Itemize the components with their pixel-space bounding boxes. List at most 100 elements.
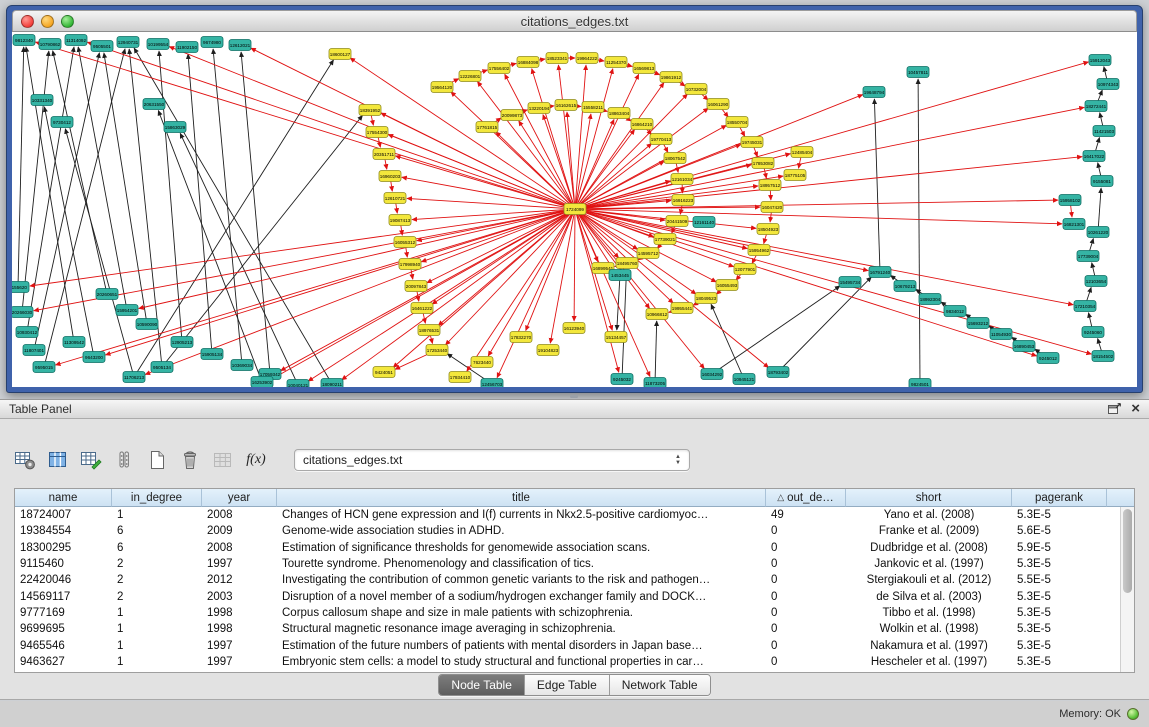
graph-node[interactable]: 10966812 [646,309,668,320]
network-view-window[interactable]: citations_edges.txt 17240991839195217554… [6,5,1143,393]
graph-node[interactable]: 15863029 [164,122,186,133]
graph-node[interactable]: 16417022 [1083,151,1105,162]
graph-node[interactable]: 16253902 [251,377,273,388]
graph-node[interactable]: 20266030 [12,307,33,318]
graph-node[interactable]: 20631550 [143,99,165,110]
graph-node[interactable]: 9245012 [1037,353,1059,364]
graph-node[interactable]: 16569813 [633,63,655,74]
graph-node[interactable]: 9155081 [1091,176,1113,187]
graph-node[interactable]: 17739004 [1077,251,1099,262]
row-selector-icon[interactable] [111,447,137,473]
graph-node[interactable]: 20097843 [405,281,427,292]
column-header-title[interactable]: title [277,489,766,507]
graph-node[interactable]: 15954201 [116,305,138,316]
column-header-pagerank[interactable]: pagerank [1012,489,1107,507]
graph-node[interactable]: 10590090 [136,319,158,330]
table-row[interactable]: 977716911998Corpus callosum shape and si… [15,605,1134,621]
graph-node[interactable]: 7623440 [471,357,493,368]
graph-node[interactable]: 17761815 [476,122,498,133]
graph-node[interactable]: 18495760 [616,258,638,269]
divider-handle[interactable] [570,395,578,398]
graph-node[interactable]: 16047420 [761,202,783,213]
graph-node[interactable]: 18775105 [784,170,806,181]
graph-node[interactable]: 10930412 [16,327,38,338]
graph-node[interactable]: 17556402 [488,63,510,74]
graph-node[interactable]: 9245032 [611,374,633,385]
graph-node[interactable]: 12226801 [459,71,481,82]
graph-node[interactable]: 16055493 [716,280,738,291]
column-header-short[interactable]: short [846,489,1012,507]
graph-node[interactable]: 9424051 [373,367,395,378]
graph-node[interactable]: 16162615 [555,100,577,111]
graph-node[interactable]: 10457811 [907,67,929,78]
graph-node[interactable]: 18523341 [546,53,568,64]
graph-node[interactable]: 11254370 [605,57,627,68]
graph-node[interactable]: 10974343 [1097,79,1119,90]
graph-node[interactable]: 15912043 [1089,55,1111,66]
graph-node[interactable]: 16884098 [517,57,539,68]
graph-node[interactable]: 19964222 [576,53,598,64]
import-table-icon[interactable] [210,447,236,473]
minimize-window-button[interactable] [41,15,54,28]
graph-node[interactable]: 18272441 [1085,101,1107,112]
tab-network-table[interactable]: Network Table [609,675,710,695]
graph-node[interactable]: 13220194 [528,103,550,114]
graph-node[interactable]: 18504923 [757,224,779,235]
graph-node[interactable]: 12161140 [693,217,715,228]
table-row[interactable]: 1456911722003Disruption of a novel membe… [15,588,1134,604]
column-header-year[interactable]: year [202,489,277,507]
graph-node[interactable]: 19648794 [863,87,885,98]
float-panel-icon[interactable] [1108,403,1121,415]
tab-node-table[interactable]: Node Table [439,675,524,695]
graph-node[interactable]: 17832270 [510,332,532,343]
graph-node[interactable]: 18793402 [767,367,789,378]
show-columns-icon[interactable] [45,447,71,473]
graph-node[interactable]: 12161034 [671,174,693,185]
graph-node[interactable]: 17853082 [752,158,774,169]
graph-node[interactable]: 18049523 [695,293,717,304]
graph-node[interactable]: 9812340 [13,35,35,46]
graph-node[interactable]: 14595712 [637,248,659,259]
graph-node[interactable]: 1724099 [564,204,586,215]
graph-node[interactable]: 15558211 [582,102,604,113]
table-row[interactable]: 946554611997Estimation of the future num… [15,637,1134,653]
network-canvas[interactable]: 1724099183919521755430020351711169602031… [12,32,1137,387]
graph-node[interactable]: 16791240 [869,267,891,278]
graph-node[interactable]: 15905134 [201,349,223,360]
graph-node[interactable]: 11309542 [63,337,85,348]
close-window-button[interactable] [21,15,34,28]
graph-node[interactable]: 17253440 [426,345,448,356]
window-titlebar[interactable]: citations_edges.txt [12,10,1137,32]
graph-node[interactable]: 12103654 [1085,276,1107,287]
table-row[interactable]: 969969511998Structural magnetic resonanc… [15,621,1134,637]
graph-node[interactable]: 19104823 [537,345,559,356]
graph-node[interactable]: 16061290 [707,99,729,110]
graph-node[interactable]: 20441509 [666,216,688,227]
graph-node[interactable]: 18863404 [608,108,630,119]
graph-node[interactable]: 19770413 [650,134,672,145]
graph-node[interactable]: 16864210 [631,119,653,130]
graph-node[interactable]: 12905213 [171,337,193,348]
graph-node[interactable]: 9505134 [151,362,173,373]
zoom-window-button[interactable] [61,15,74,28]
graph-node[interactable]: 19087413 [389,215,411,226]
graph-node[interactable]: 16890453 [1013,341,1035,352]
graph-node[interactable]: 10790862 [39,39,61,50]
table-row[interactable]: 1872400712008Changes of HCN gene express… [15,507,1134,523]
graph-node[interactable]: 10945121 [733,374,755,385]
graph-node[interactable]: 11902150 [176,42,198,53]
graph-node[interactable]: 18154502 [1092,351,1114,362]
graph-node[interactable]: 16055312 [394,237,416,248]
graph-node[interactable]: 10331340 [31,95,53,106]
graph-node[interactable]: 11706213 [123,372,145,383]
graph-node[interactable]: 15958102 [1059,195,1081,206]
graph-node[interactable]: 11873205 [644,378,666,388]
graph-node[interactable]: 18550704 [726,117,748,128]
graph-node[interactable]: 9505501 [91,41,113,52]
graph-node[interactable]: 12485404 [791,147,813,158]
graph-node[interactable]: 9245060 [1082,327,1104,338]
graph-node[interactable]: 16916223 [672,195,694,206]
graph-node[interactable]: 18090211 [321,379,343,388]
close-panel-icon[interactable]: × [1131,402,1140,416]
graph-node[interactable]: 16960203 [379,171,401,182]
